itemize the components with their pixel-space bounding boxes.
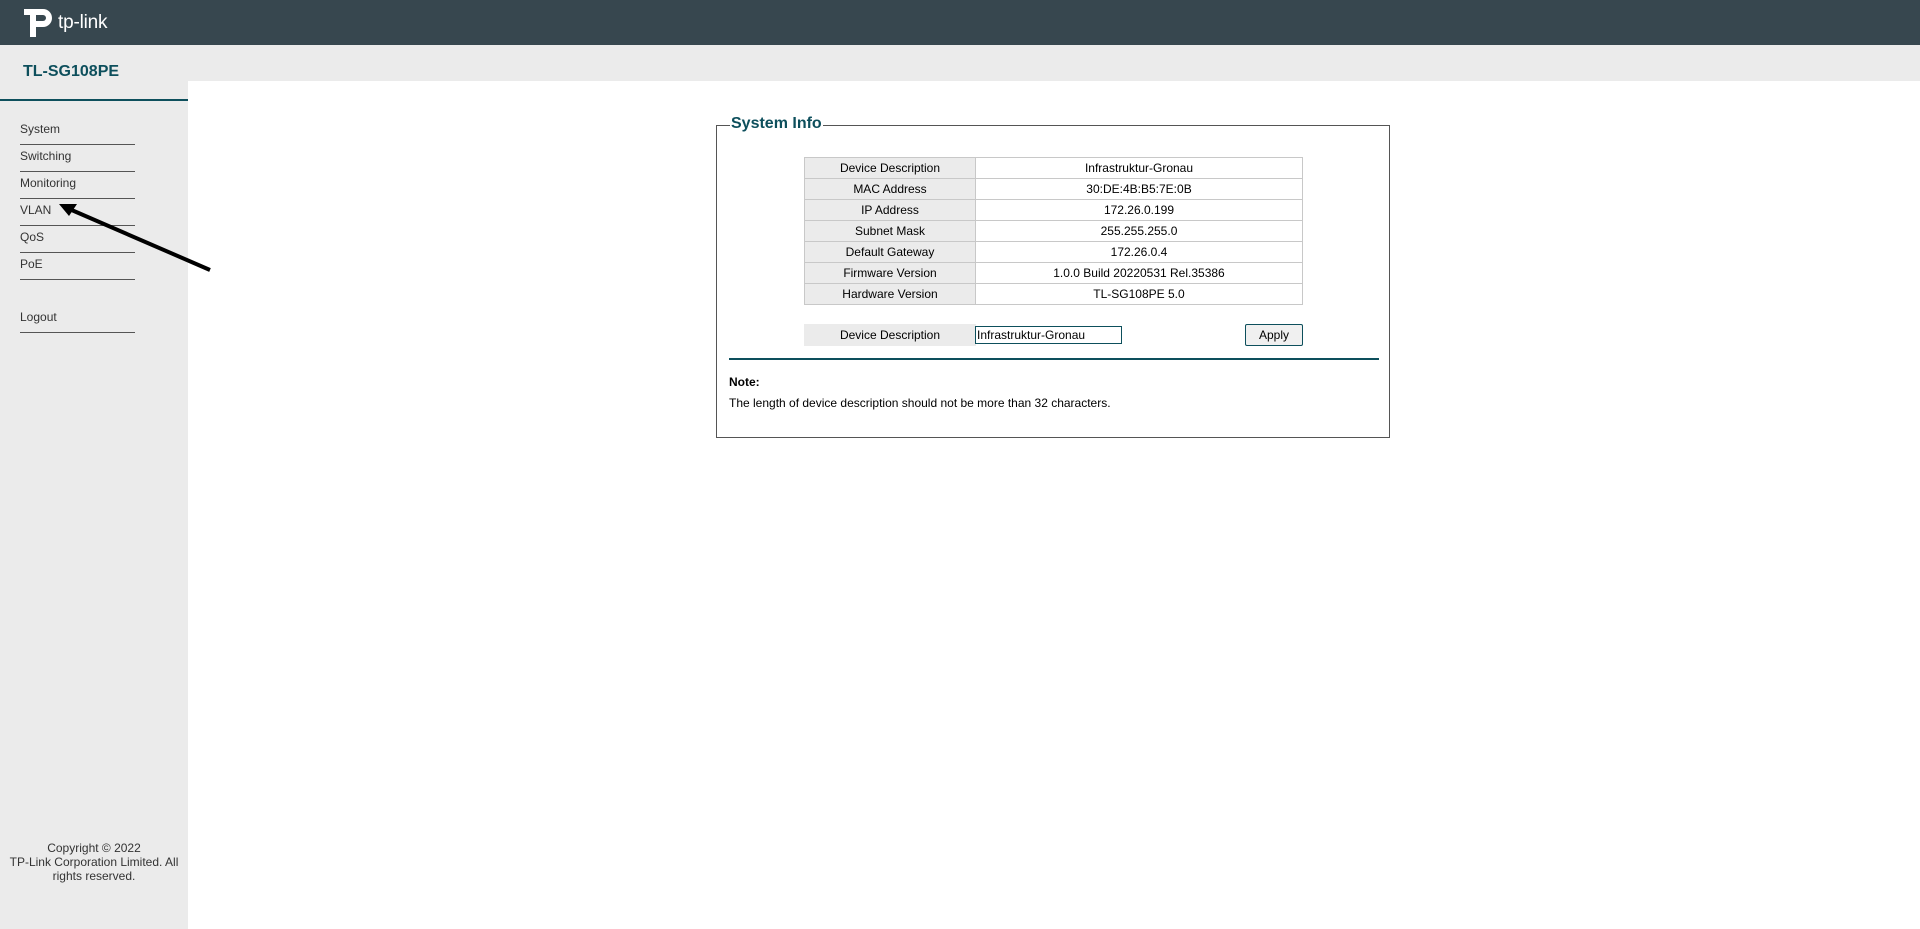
- row-label: IP Address: [804, 199, 976, 221]
- row-value: 172.26.0.4: [975, 241, 1303, 263]
- annotation-arrow-icon: [59, 204, 211, 272]
- row-label: Hardware Version: [804, 283, 976, 305]
- device-description-input[interactable]: [975, 326, 1122, 344]
- sidebar-item-switching[interactable]: Switching: [20, 145, 135, 172]
- sidebar-item-system[interactable]: System: [20, 118, 135, 145]
- row-value: 172.26.0.199: [975, 199, 1303, 221]
- table-row: Subnet Mask 255.255.255.0: [804, 220, 1303, 242]
- sidebar-item-logout[interactable]: Logout: [20, 306, 135, 333]
- row-label: Firmware Version: [804, 262, 976, 284]
- copyright-line: Copyright © 2022 TP-Link Corporation Lim…: [9, 841, 179, 883]
- system-info-table: Device Description Infrastruktur-Gronau …: [804, 157, 1303, 305]
- row-value: 1.0.0 Build 20220531 Rel.35386: [975, 262, 1303, 284]
- sidebar-item-monitoring[interactable]: Monitoring: [20, 172, 135, 199]
- row-label: Device Description: [804, 157, 976, 179]
- table-row: MAC Address 30:DE:4B:B5:7E:0B: [804, 178, 1303, 200]
- table-row: Firmware Version 1.0.0 Build 20220531 Re…: [804, 262, 1303, 284]
- device-model-title: TL-SG108PE: [23, 63, 120, 80]
- section-title: System Info: [730, 115, 823, 133]
- table-row: Hardware Version TL-SG108PE 5.0: [804, 283, 1303, 305]
- row-label: Default Gateway: [804, 241, 976, 263]
- brand-name: tp-link: [58, 12, 108, 33]
- row-value: Infrastruktur-Gronau: [975, 157, 1303, 179]
- tp-link-logo: tp-link: [21, 6, 107, 40]
- copyright-text: Copyright © 2022 TP-Link Corporation Lim…: [0, 841, 188, 883]
- row-label: MAC Address: [804, 178, 976, 200]
- tp-link-logo-icon: [24, 9, 52, 37]
- row-value: 255.255.255.0: [975, 220, 1303, 242]
- top-header-bar: tp-link: [0, 0, 1920, 45]
- sidebar-divider: [0, 99, 188, 101]
- row-label: Subnet Mask: [804, 220, 976, 242]
- apply-button[interactable]: Apply: [1245, 324, 1303, 346]
- table-row: IP Address 172.26.0.199: [804, 199, 1303, 221]
- note-text: The length of device description should …: [729, 396, 1111, 410]
- table-row: Default Gateway 172.26.0.4: [804, 241, 1303, 263]
- table-row: Device Description Infrastruktur-Gronau: [804, 157, 1303, 179]
- row-value: 30:DE:4B:B5:7E:0B: [975, 178, 1303, 200]
- row-value: TL-SG108PE 5.0: [975, 283, 1303, 305]
- device-description-label: Device Description: [804, 324, 976, 346]
- note-divider: [729, 358, 1379, 360]
- note-title: Note:: [729, 375, 760, 389]
